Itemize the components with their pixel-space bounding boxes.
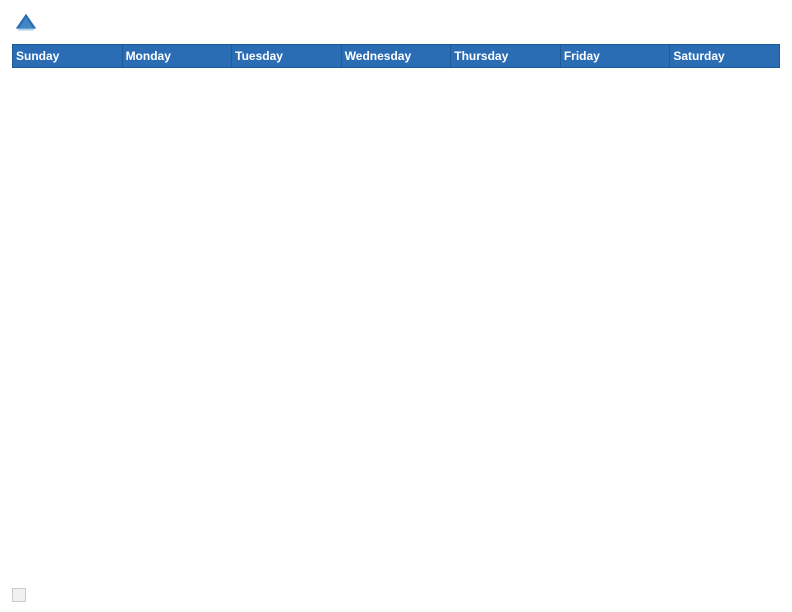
footer-bar bbox=[12, 588, 780, 602]
daylight-box-icon bbox=[12, 588, 26, 602]
page: SundayMondayTuesdayWednesdayThursdayFrid… bbox=[0, 0, 792, 612]
calendar-table: SundayMondayTuesdayWednesdayThursdayFrid… bbox=[12, 44, 780, 584]
header bbox=[12, 10, 780, 38]
calendar-day-header: Saturday bbox=[670, 45, 780, 68]
calendar-day-header: Wednesday bbox=[341, 45, 451, 68]
calendar-day-header: Sunday bbox=[13, 45, 123, 68]
calendar-day-header: Tuesday bbox=[232, 45, 342, 68]
logo-icon bbox=[12, 10, 40, 38]
calendar-day-header: Friday bbox=[560, 45, 670, 68]
calendar-day-header: Monday bbox=[122, 45, 232, 68]
logo bbox=[12, 10, 44, 38]
calendar-day-header: Thursday bbox=[451, 45, 561, 68]
calendar-header-row: SundayMondayTuesdayWednesdayThursdayFrid… bbox=[13, 45, 780, 68]
